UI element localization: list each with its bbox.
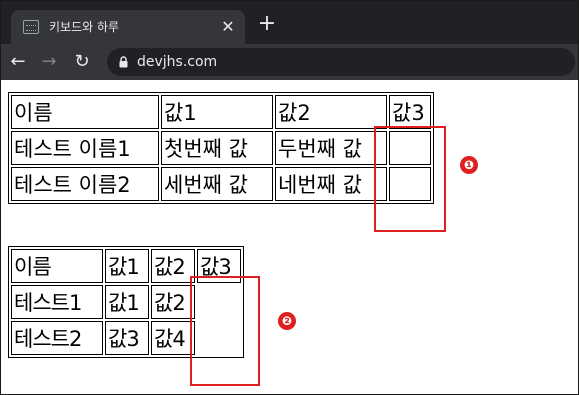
browser-toolbar: ← → ↻ devjhs.com	[1, 44, 578, 80]
table-cell: 값2	[151, 249, 195, 283]
forward-arrow-icon[interactable]: →	[38, 51, 60, 73]
table-cell: 세번째 값	[161, 167, 273, 201]
table-cell: 값2	[151, 285, 195, 319]
table-cell: 값4	[151, 321, 195, 355]
table-row: 테스트 이름2 세번째 값 네번째 값	[11, 167, 431, 201]
table-cell: 값1	[161, 95, 273, 129]
annotation-number-1: ❶	[460, 156, 478, 174]
table-row: 이름 값1 값2 값3	[11, 95, 431, 129]
browser-tab[interactable]: 키보드와 하루 ✕	[11, 10, 245, 44]
new-tab-button[interactable]: +	[256, 13, 278, 35]
table-cell: 이름	[11, 249, 103, 283]
table-cell: 값3	[105, 321, 149, 355]
table-cell: 테스트 이름1	[11, 131, 159, 165]
table-cell: 테스트2	[11, 321, 103, 355]
address-bar[interactable]: devjhs.com	[107, 48, 575, 76]
table-cell: 테스트1	[11, 285, 103, 319]
table-cell: 이름	[11, 95, 159, 129]
close-icon[interactable]: ✕	[219, 18, 237, 36]
browser-tab-strip: 키보드와 하루 ✕ +	[1, 1, 578, 44]
annotation-number-2: ❷	[278, 312, 296, 330]
table-cell: 값2	[275, 95, 387, 129]
annotation-box-2	[190, 276, 260, 386]
lock-icon	[119, 56, 128, 68]
table-cell: 값1	[105, 285, 149, 319]
table-cell: 네번째 값	[275, 167, 387, 201]
table-row: 테스트 이름1 첫번째 값 두번째 값	[11, 131, 431, 165]
table-cell: 테스트 이름2	[11, 167, 159, 201]
annotation-box-1	[374, 126, 446, 232]
tab-title: 키보드와 하루	[49, 20, 120, 34]
table-cell: 두번째 값	[275, 131, 387, 165]
table-cell: 값1	[105, 249, 149, 283]
table-cell: 값3	[389, 95, 431, 129]
back-arrow-icon[interactable]: ←	[7, 51, 29, 73]
url-text: devjhs.com	[137, 54, 218, 70]
reload-icon[interactable]: ↻	[71, 51, 93, 73]
table-cell: 첫번째 값	[161, 131, 273, 165]
keyboard-icon	[23, 20, 39, 34]
test-table-1: 이름 값1 값2 값3 테스트 이름1 첫번째 값 두번째 값 테스트 이름2 …	[8, 92, 434, 204]
